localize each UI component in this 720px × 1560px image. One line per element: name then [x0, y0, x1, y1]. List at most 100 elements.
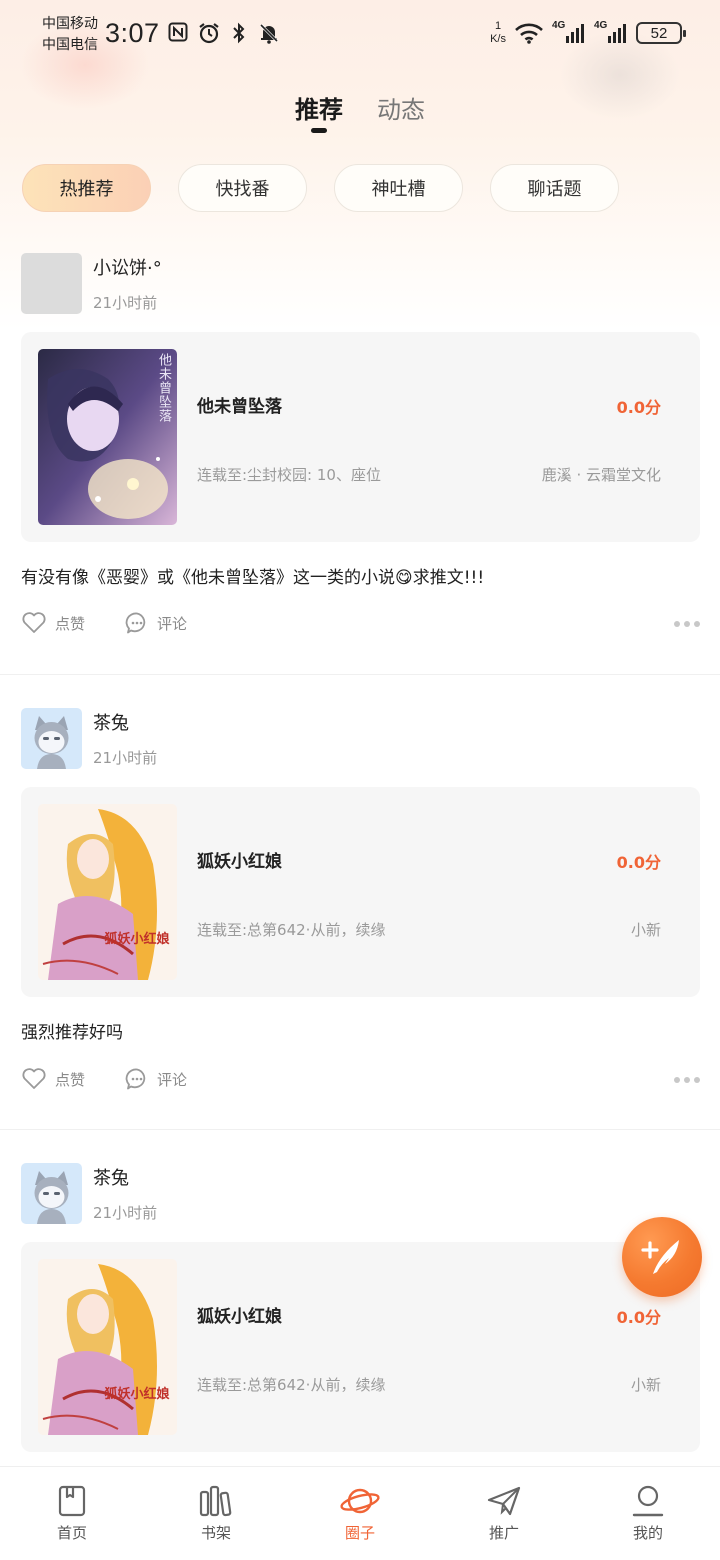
- book-score: 0.0分: [616, 1308, 661, 1327]
- nav-me-label: 我的: [632, 1524, 663, 1542]
- book-title: 狐妖小红娘: [197, 852, 282, 872]
- post-header: 小讼饼·° 21小时前: [0, 250, 720, 330]
- cover-title-text: 狐妖小红娘: [104, 932, 170, 947]
- nav-circle-label: 圈子: [344, 1524, 375, 1542]
- status-bar: 中国移动 中国电信 3:07 1 K/s 4G 4G 52: [0, 0, 720, 72]
- chip-roast[interactable]: 神吐槽: [334, 164, 463, 212]
- avatar[interactable]: [21, 708, 82, 769]
- book-card[interactable]: 狐妖小红娘 狐妖小红娘 0.0分 连载至:总第642·从前，续缘 小新: [21, 1242, 700, 1452]
- signal-icon-1: 4G: [552, 20, 586, 44]
- book-cover[interactable]: 他未曾坠落: [38, 349, 177, 525]
- carrier-info: 中国移动 中国电信: [42, 14, 98, 56]
- post: 小讼饼·° 21小时前 他未曾坠落 他未曾坠落 0.0分 连载至:尘封校园: 1…: [0, 250, 720, 674]
- book-chapter: 连载至:尘封校园: 10、座位: [197, 466, 381, 484]
- user-icon: [632, 1485, 664, 1517]
- book-chapter: 连载至:总第642·从前，续缘: [197, 921, 386, 939]
- tab-recommend[interactable]: 推荐: [295, 90, 343, 133]
- like-button[interactable]: 点赞: [21, 611, 85, 635]
- post-time: 21小时前: [93, 749, 158, 767]
- post-header: 茶兔 21小时前: [0, 705, 720, 785]
- post-actions: 点赞 评论: [21, 611, 700, 641]
- wifi-icon: [515, 23, 543, 44]
- book-card[interactable]: 狐妖小红娘 狐妖小红娘 0.0分 连载至:总第642·从前，续缘 小新: [21, 787, 700, 997]
- more-options-icon[interactable]: [674, 1077, 700, 1083]
- comment-icon: [125, 1068, 146, 1090]
- heart-icon: [22, 612, 46, 633]
- book-chapter: 连载至:总第642·从前，续缘: [197, 1376, 386, 1394]
- book-title: 狐妖小红娘: [197, 1307, 282, 1327]
- nav-promote[interactable]: 推广: [432, 1467, 576, 1560]
- tab-recommend-label: 推荐: [295, 96, 343, 124]
- book-author: 鹿溪 · 云霜堂文化: [541, 466, 661, 484]
- heart-icon: [22, 1068, 46, 1089]
- nav-me[interactable]: 我的: [576, 1467, 720, 1560]
- chip-topics[interactable]: 聊话题: [490, 164, 619, 212]
- like-label: 点赞: [55, 1070, 86, 1089]
- tab-indicator: [311, 128, 327, 133]
- carrier-1: 中国移动: [42, 16, 98, 32]
- battery-level: 52: [650, 24, 668, 42]
- book-author: 小新: [630, 921, 661, 939]
- comment-button[interactable]: 评论: [125, 1067, 187, 1091]
- like-label: 点赞: [55, 614, 86, 633]
- chip-find-anime[interactable]: 快找番: [178, 164, 307, 212]
- alarm-icon: [199, 23, 219, 44]
- like-button[interactable]: 点赞: [21, 1067, 85, 1091]
- default-avatar-icon: [34, 1171, 69, 1224]
- nav-bookshelf[interactable]: 书架: [144, 1467, 288, 1560]
- category-chips: 热推荐 快找番 神吐槽 聊话题: [22, 164, 619, 212]
- create-post-button[interactable]: [622, 1217, 702, 1297]
- planet-icon: [340, 1488, 380, 1514]
- nav-circle[interactable]: 圈子: [288, 1467, 432, 1560]
- signal-icon-2: 4G: [594, 20, 628, 44]
- cover-art: [38, 1259, 177, 1435]
- cover-title-text: 狐妖小红娘: [104, 1387, 170, 1402]
- book-author: 小新: [630, 1376, 661, 1394]
- status-icons-right: 1 K/s 4G 4G 52: [490, 20, 686, 46]
- book-score: 0.0分: [616, 853, 661, 872]
- clock: 3:07: [105, 18, 160, 48]
- bookshelf-icon: [199, 1485, 232, 1517]
- comment-label: 评论: [157, 614, 188, 633]
- carrier-2: 中国电信: [42, 37, 98, 53]
- book-cover[interactable]: 狐妖小红娘: [38, 804, 177, 980]
- tab-activity[interactable]: 动态: [377, 90, 425, 130]
- nav-promote-label: 推广: [488, 1524, 519, 1542]
- post-time: 21小时前: [93, 294, 158, 312]
- net-speed-unit: K/s: [490, 33, 506, 45]
- comment-button[interactable]: 评论: [125, 611, 187, 635]
- nav-bookshelf-label: 书架: [200, 1524, 231, 1542]
- book-card[interactable]: 他未曾坠落 他未曾坠落 0.0分 连载至:尘封校园: 10、座位 鹿溪 · 云霜…: [21, 332, 700, 542]
- username[interactable]: 茶兔: [93, 709, 129, 735]
- comment-label: 评论: [157, 1070, 188, 1089]
- net-speed: 1 K/s: [490, 20, 506, 46]
- tab-activity-label: 动态: [377, 96, 425, 124]
- book-cover[interactable]: 狐妖小红娘: [38, 1259, 177, 1435]
- book-title: 他未曾坠落: [197, 397, 282, 417]
- username[interactable]: 茶兔: [93, 1164, 129, 1190]
- bottom-nav: 首页 书架 圈子 推广 我的: [0, 1466, 720, 1560]
- bluetooth-icon: [233, 22, 245, 44]
- chip-hot-recommend[interactable]: 热推荐: [22, 164, 151, 212]
- more-options-icon[interactable]: [674, 621, 700, 627]
- username[interactable]: 小讼饼·°: [93, 254, 162, 280]
- paper-plane-icon: [487, 1486, 521, 1516]
- nav-home[interactable]: 首页: [0, 1467, 144, 1560]
- post: 茶兔 21小时前 狐妖小红娘 狐妖小红娘 0.0分 连载至:总第642·从前，续…: [0, 1129, 720, 1469]
- top-tabs: 推荐 动态: [0, 90, 720, 140]
- post-header: 茶兔 21小时前: [0, 1160, 720, 1240]
- battery-icon: 52: [636, 22, 686, 44]
- status-icons: [168, 22, 280, 44]
- avatar[interactable]: [21, 1163, 82, 1224]
- quill-plus-icon: [641, 1240, 679, 1274]
- mute-icon: [259, 23, 279, 44]
- nav-home-label: 首页: [56, 1524, 87, 1542]
- nfc-icon: [168, 22, 188, 42]
- post-actions: 点赞 评论: [21, 1067, 700, 1097]
- book-icon: [58, 1485, 86, 1517]
- avatar[interactable]: [21, 253, 82, 314]
- net-speed-value: 1: [494, 20, 502, 32]
- cover-art: [38, 804, 177, 980]
- default-avatar-icon: [34, 716, 69, 769]
- book-score: 0.0分: [616, 398, 661, 417]
